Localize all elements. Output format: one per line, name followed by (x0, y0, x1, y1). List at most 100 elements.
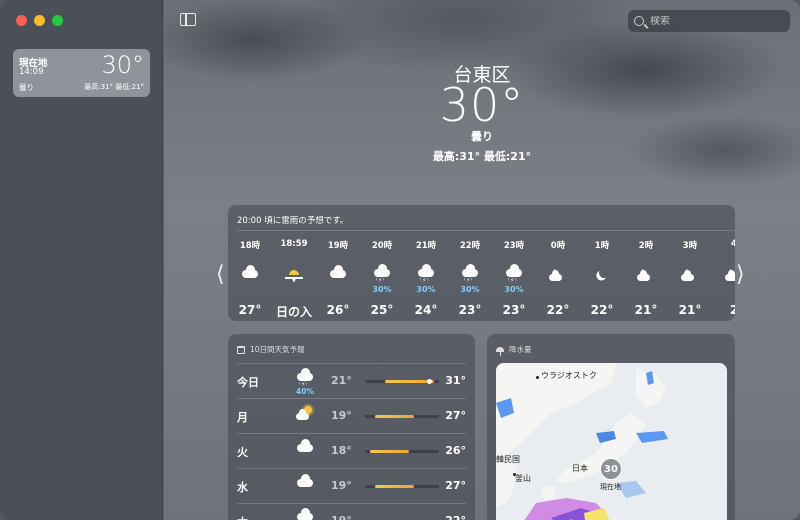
daily-high: 31° (445, 374, 466, 387)
map-label-current-location: 現在地 (600, 483, 621, 491)
daily-row[interactable]: 月 19° 27° (237, 398, 466, 433)
current-condition: 曇り (471, 130, 493, 143)
hourly-item: 0時 22° (536, 239, 580, 317)
hourly-item: 22時 ᵎ⚡ᵎ 30% 23° (448, 239, 492, 317)
hourly-precip-prob: 30% (372, 285, 392, 294)
search-input[interactable] (650, 15, 780, 27)
window-controls (16, 15, 63, 26)
temp-range-bar (365, 485, 439, 488)
daily-high: 27° (445, 409, 466, 422)
thunderstorm-icon: ᵎ⚡ᵎ (492, 263, 536, 285)
minimize-button[interactable] (34, 15, 45, 26)
main-content: 台東区 30° 曇り 最高:31° 最低:21° ⟨ ⟩ 20:00 頃に雷雨の… (164, 0, 800, 520)
day-name: 水 (237, 481, 248, 494)
hourly-time: 22時 (459, 241, 481, 251)
daily-low: 19° (331, 514, 352, 520)
daily-low: 18° (331, 444, 352, 457)
hourly-time: 20時 (371, 241, 393, 251)
sidebar-toggle-icon[interactable] (180, 13, 196, 26)
hourly-temp: 23° (502, 303, 526, 317)
hourly-message: 20:00 頃に雷雨の予想です。 (237, 216, 349, 226)
moon-cloud-icon (668, 263, 712, 285)
ten-day-title: 10日間天気予報 (250, 345, 305, 354)
thunderstorm-icon: ᵎ⚡ᵎ (404, 263, 448, 285)
cloud-icon (293, 474, 317, 492)
hourly-temp: 25° (370, 303, 394, 317)
temp-range-fill (374, 485, 415, 488)
hourly-item: 2時 21° (624, 239, 668, 317)
location-card-current[interactable]: 現在地 14:09 30° 曇り 最高:31° 最低:21° (13, 49, 150, 97)
hourly-temp: 21° (634, 303, 658, 317)
location-condition: 曇り (19, 83, 34, 92)
hourly-next-button[interactable]: ⟩ (736, 262, 745, 287)
hourly-time: 0時 (550, 241, 566, 251)
hourly-item: 18:59 ▼ 日の入 (272, 239, 316, 320)
daily-row[interactable]: 木 ᵎ⚡ᵎ 19° 22° (237, 503, 466, 520)
hourly-item: 23時 ᵎ⚡ᵎ 30% 23° (492, 239, 536, 317)
hourly-time: 1時 (594, 241, 610, 251)
hourly-time: 3時 (682, 241, 698, 251)
hourly-precip-prob: 30% (460, 285, 480, 294)
hourly-precip-prob (228, 285, 272, 295)
hourly-precip-prob (624, 285, 668, 295)
current-hilo: 最高:31° 最低:21° (432, 150, 532, 163)
cloud-icon (293, 439, 317, 457)
hourly-item: 18時 27° (228, 239, 272, 317)
moon-icon (580, 263, 624, 285)
location-time: 14:09 (19, 67, 44, 77)
hourly-time: 21時 (415, 241, 437, 251)
day-name: 木 (237, 514, 248, 520)
hourly-temp: 2 (729, 303, 735, 317)
city-dot (536, 376, 539, 379)
map-label-vladivostok: ウラジオストク (541, 371, 597, 380)
current-location-pin[interactable]: 30 (600, 458, 622, 480)
daily-high: 26° (445, 444, 466, 457)
daily-row[interactable]: 火 18° 26° (237, 433, 466, 468)
ten-day-forecast-panel: 10日間天気予報 今日 ᵎ⚡ᵎ 40% 21° 31° 月 19° 27° 火 18° 26° 水 19… (228, 334, 475, 520)
hourly-prev-button[interactable]: ⟨ (216, 262, 225, 287)
zoom-button[interactable] (52, 15, 63, 26)
daily-precip-prob: 40% (296, 387, 314, 396)
hourly-time: 23時 (503, 241, 525, 251)
temp-range-bar (365, 450, 439, 453)
daily-high: 27° (445, 479, 466, 492)
hourly-time: 2時 (638, 241, 654, 251)
hourly-precip-prob: 30% (416, 285, 436, 294)
hourly-precip-prob (668, 285, 712, 295)
precip-header: 降水量 (496, 344, 532, 356)
daily-row[interactable]: 今日 ᵎ⚡ᵎ 40% 21° 31° (237, 363, 466, 398)
current-temperature: 30° (439, 78, 525, 132)
daily-low: 21° (331, 374, 352, 387)
day-name: 今日 (237, 376, 259, 389)
daily-row[interactable]: 水 19° 27° (237, 468, 466, 503)
weather-window: 現在地 14:09 30° 曇り 最高:31° 最低:21° 台東区 30° 曇… (0, 0, 800, 520)
hourly-time: 18時 (239, 241, 261, 251)
hourly-time: 4 (731, 239, 735, 249)
temp-range-bar (365, 415, 439, 418)
precip-title: 降水量 (509, 345, 532, 354)
umbrella-icon (496, 347, 504, 356)
hourly-temp: 22° (546, 303, 570, 317)
hourly-temp: 26° (326, 303, 350, 317)
day-name: 月 (237, 411, 248, 424)
temp-range-bar (365, 379, 439, 384)
hourly-item: 21時 ᵎ⚡ᵎ 30% 24° (404, 239, 448, 317)
map-label-busan: 釜山 (515, 474, 531, 483)
map-label-korea: 韓民国 (496, 455, 520, 464)
hourly-time: 19時 (327, 241, 349, 251)
hourly-precip-prob (316, 285, 360, 295)
hourly-item: 19時 26° (316, 239, 360, 317)
close-button[interactable] (16, 15, 27, 26)
daily-high: 22° (445, 514, 466, 520)
map-graphic (496, 363, 727, 520)
hourly-precip-prob: 30% (504, 285, 524, 294)
search-bar[interactable] (628, 10, 790, 32)
hourly-time: 18:59 (280, 239, 308, 249)
precipitation-panel[interactable]: 降水量 ウラジオストク 韓民国 釜山 日本 30 現在地 (487, 334, 735, 520)
hourly-temp: 22° (590, 303, 614, 317)
moon-cloud-icon (536, 263, 580, 285)
current-temp-marker (427, 379, 433, 384)
hourly-item: 3時 21° (668, 239, 712, 317)
daily-low: 19° (331, 409, 352, 422)
precipitation-map[interactable]: ウラジオストク 韓民国 釜山 日本 30 現在地 (496, 363, 727, 520)
